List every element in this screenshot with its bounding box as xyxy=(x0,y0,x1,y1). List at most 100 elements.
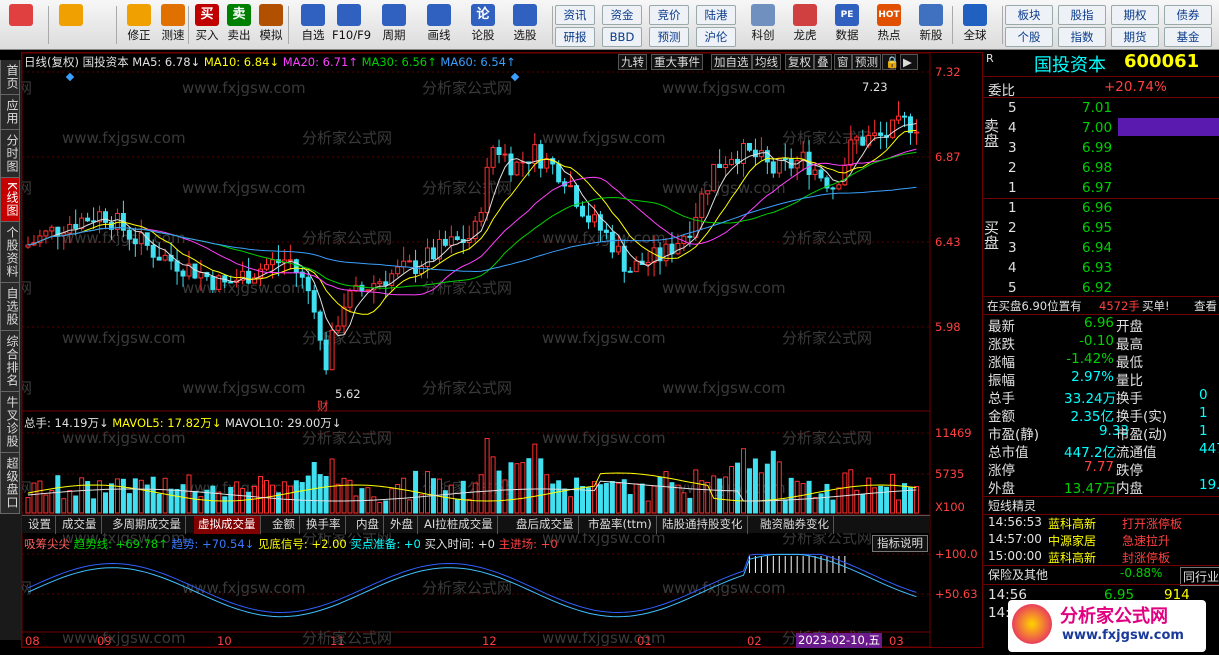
volume-bar xyxy=(454,498,460,514)
volume-bar xyxy=(317,474,323,514)
volume-bar xyxy=(61,498,67,514)
indicator-axis-label: +50.63 xyxy=(935,587,978,601)
volume-bar xyxy=(79,477,85,514)
toolbar-stock-picker-button[interactable]: 选股 xyxy=(508,4,542,48)
short-line-stock: 中源家居 xyxy=(1048,534,1097,548)
watermark: www.fxjgsw.com xyxy=(662,179,786,197)
toolbar-sell-button[interactable]: 卖卖出 xyxy=(222,4,256,48)
volume-bar xyxy=(222,496,228,514)
indicator-tab-5[interactable]: 换手率 xyxy=(302,516,346,534)
volume-bar xyxy=(341,477,347,514)
toolbar-label: 自选 xyxy=(301,28,325,42)
toolbar-btn[interactable]: 陆港 xyxy=(696,5,736,25)
volume-bar xyxy=(907,486,913,514)
toolbar-ipo-button[interactable]: 新股 xyxy=(914,4,948,48)
toolbar-windows-button[interactable] xyxy=(4,4,38,48)
left-tab-1[interactable]: 应用 xyxy=(0,95,20,130)
candle-body xyxy=(85,217,91,222)
toolbar-btn[interactable]: 股指 xyxy=(1058,5,1106,25)
toolbar-btn[interactable]: 债券 xyxy=(1164,5,1212,25)
indicator-tab-9[interactable]: 盘后成交量 xyxy=(512,516,579,534)
volume-bar xyxy=(866,477,872,514)
toolbar-btn[interactable]: 竞价 xyxy=(649,5,689,25)
candle-body xyxy=(496,147,502,156)
short-line-time: 14:57:00 xyxy=(988,532,1042,546)
toolbar-btn[interactable]: 沪伦 xyxy=(696,27,736,47)
watermark: www.fxjgsw.com xyxy=(182,379,306,397)
indicator-tab-6[interactable]: 内盘 xyxy=(352,516,384,534)
toolbar-btn[interactable]: 基金 xyxy=(1164,27,1212,47)
candle-body xyxy=(717,163,723,169)
toolbar-f10-button[interactable]: F10/F9 xyxy=(332,4,371,48)
candle-body xyxy=(615,245,621,253)
watermark: 分析家公式网 xyxy=(302,329,392,347)
r-label: R xyxy=(986,52,994,65)
candle-body xyxy=(132,238,138,245)
toolbar-back-arrow-button[interactable] xyxy=(54,4,88,48)
sell-price: 6.98 xyxy=(1082,160,1113,176)
volume-bar xyxy=(460,480,466,514)
left-tab-3[interactable]: K线图 xyxy=(0,178,20,222)
left-tab-2[interactable]: 分时图 xyxy=(0,130,20,178)
candle-body xyxy=(377,281,383,285)
indicator-tab-2[interactable]: 多周期成交量 xyxy=(108,516,186,534)
toolbar-btn[interactable]: 预测 xyxy=(649,27,689,47)
volume-bar xyxy=(776,461,782,514)
toolbar-simulate-button[interactable]: 模拟 xyxy=(254,4,288,48)
volume-axis-label: 11469 xyxy=(935,426,972,440)
toolbar-btn[interactable]: 个股 xyxy=(1005,27,1053,47)
toolbar-dragon-tiger-button[interactable]: 龙虎 xyxy=(788,4,822,48)
indicator-tab-0[interactable]: 设置 xyxy=(24,516,56,534)
indicator-tab-10[interactable]: 市盈率(ttm) xyxy=(584,516,657,534)
left-tab-7[interactable]: 牛叉诊股 xyxy=(0,391,20,453)
indicator-tab-3[interactable]: 虚拟成交量 xyxy=(194,516,261,534)
indicator-tab-1[interactable]: 成交量 xyxy=(58,516,102,534)
volume-bar xyxy=(371,496,377,514)
indicator-tab-4[interactable]: 金额 xyxy=(268,516,300,534)
indicator-tab-11[interactable]: 陆股通持股变化 xyxy=(658,516,748,534)
toolbar-favorites-button[interactable]: 自选 xyxy=(296,4,330,48)
indicator-tab-7[interactable]: 外盘 xyxy=(386,516,418,534)
volume-bar xyxy=(538,458,544,514)
toolbar-btn[interactable]: BBD xyxy=(602,27,642,47)
toolbar-data-button[interactable]: PE 数据 xyxy=(830,4,864,48)
volume-bar xyxy=(621,479,627,514)
toolbar-star-market-button[interactable]: 科创 xyxy=(746,4,780,48)
indicator-tab-12[interactable]: 融资融券变化 xyxy=(756,516,834,534)
indicator-axis-label: +100.0 xyxy=(935,547,978,561)
toolbar-btn[interactable]: 指数 xyxy=(1058,27,1106,47)
candle-body xyxy=(174,260,180,272)
toolbar-speed-test-button[interactable]: 测速 xyxy=(156,4,190,48)
toolbar-btn[interactable]: 期货 xyxy=(1111,27,1159,47)
toolbar-btn[interactable]: 期权 xyxy=(1111,5,1159,25)
toolbar-discuss-button[interactable]: 论论股 xyxy=(466,4,500,48)
sector-change: -0.88% xyxy=(1120,566,1163,580)
toolbar-btn[interactable]: 研报 xyxy=(555,27,595,47)
indicator-tab-8[interactable]: AI拉桩成交量 xyxy=(420,516,498,534)
watermark: www.fxjgsw.com xyxy=(662,79,786,97)
chart-area[interactable]: 日线(复权) 国投资本 MA5: 6.78↓ MA10: 6.84↓ MA20:… xyxy=(21,52,983,648)
candle-body xyxy=(770,161,776,174)
watermark: 分析家公式网 xyxy=(302,429,392,447)
toolbar-hot-button[interactable]: HOT 热点 xyxy=(872,4,906,48)
toolbar-btn[interactable]: 板块 xyxy=(1005,5,1053,25)
indicator-help-button[interactable]: 指标说明 xyxy=(872,535,928,552)
left-tab-0[interactable]: 首页 xyxy=(0,60,20,95)
left-tab-6[interactable]: 综合排名 xyxy=(0,330,20,392)
left-tab-4[interactable]: 个股资料 xyxy=(0,221,20,283)
left-tab-5[interactable]: 自选股 xyxy=(0,282,20,331)
toolbar-period-button[interactable]: 周期 xyxy=(377,4,411,48)
left-tab-8[interactable]: 超级盘口 xyxy=(0,452,20,514)
big-order-link[interactable]: 查看 xyxy=(1194,298,1217,314)
toolbar-buy-button[interactable]: 买买入 xyxy=(190,4,224,48)
volume-bar xyxy=(824,483,830,514)
toolbar-edit-button[interactable]: 修正 xyxy=(122,4,156,48)
toolbar-draw-line-button[interactable]: 画线 xyxy=(422,4,456,48)
candle-body xyxy=(645,261,651,266)
volume-bar xyxy=(49,490,55,514)
toolbar-globe-button[interactable]: 全球 xyxy=(958,4,992,48)
toolbar-separator xyxy=(1002,6,1003,44)
toolbar-btn[interactable]: 资讯 xyxy=(555,5,595,25)
toolbar-btn[interactable]: 资金 xyxy=(602,5,642,25)
sell-side-label: 卖盘 xyxy=(982,118,1000,148)
